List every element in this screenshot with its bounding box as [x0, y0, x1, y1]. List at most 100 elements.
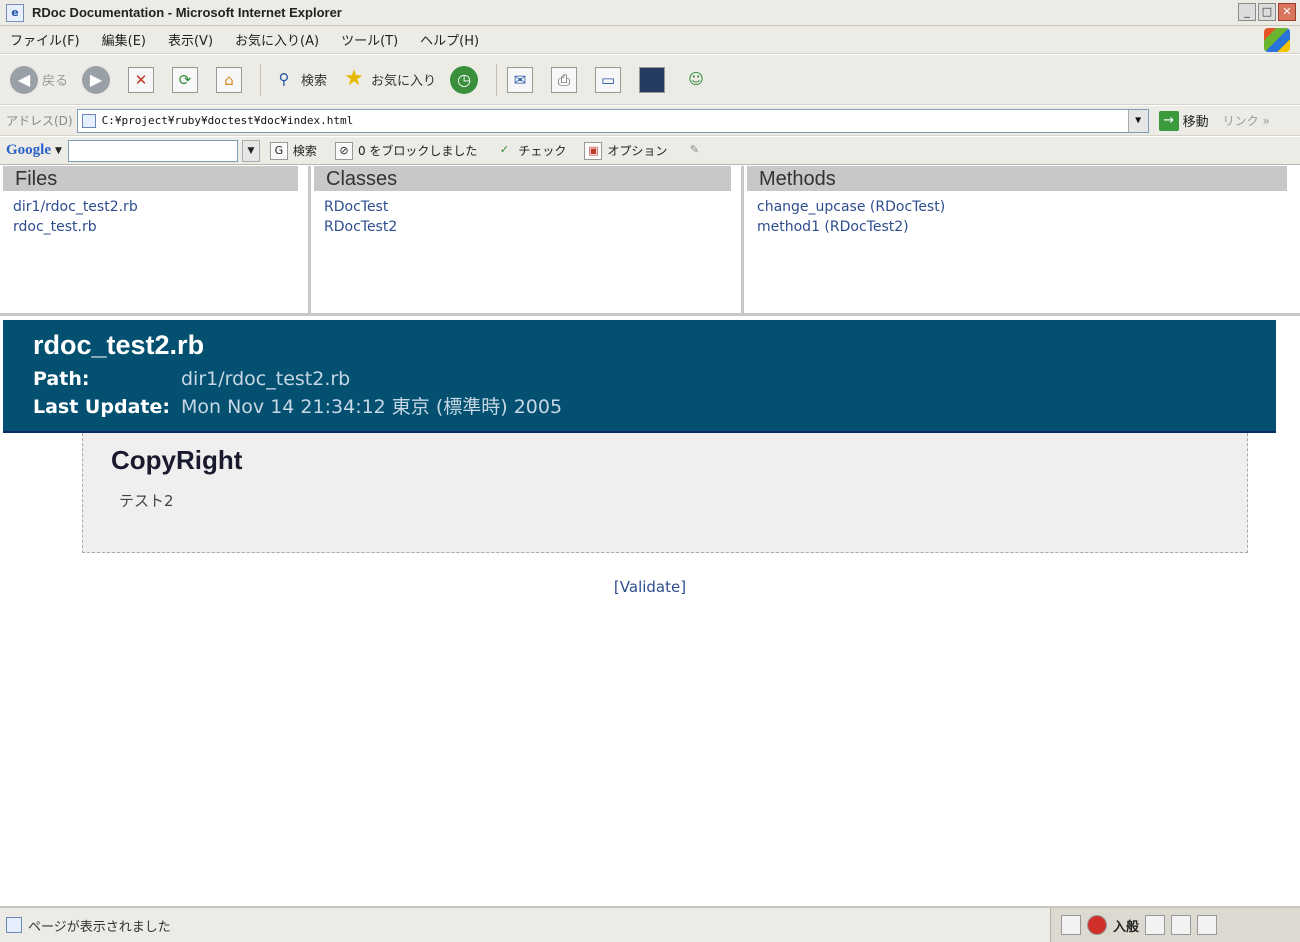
go-label: 移動: [1182, 115, 1209, 130]
status-bar: ページが表示されました 入般: [0, 906, 1300, 942]
class-link[interactable]: RDocTest2: [324, 217, 741, 237]
back-button[interactable]: ◀ 戻る: [10, 65, 68, 94]
keyboard-icon[interactable]: [1061, 915, 1081, 935]
last-update-label: Last Update:: [33, 396, 170, 418]
mail-button[interactable]: ✉: [507, 66, 537, 93]
files-heading: Files: [3, 166, 298, 191]
files-list: dir1/rdoc_test2.rb rdoc_test.rb: [3, 197, 308, 237]
description-box: CopyRight テスト2: [82, 433, 1248, 553]
menu-favorites[interactable]: お気に入り(A): [235, 30, 319, 49]
forward-arrow-icon: ▶: [82, 65, 111, 94]
search-label: 検索: [301, 74, 328, 89]
class-link[interactable]: RDocTest: [324, 197, 741, 217]
method-link[interactable]: change_upcase (RDocTest): [757, 197, 1297, 217]
highlight-button[interactable]: ✎: [685, 142, 708, 160]
window-controls: _ □ ✕: [1238, 3, 1296, 21]
menu-file[interactable]: ファイル(F): [10, 30, 80, 49]
address-bar: アドレス(D) C:¥project¥ruby¥doctest¥doc¥inde…: [0, 106, 1300, 136]
ime-help-icon[interactable]: [1197, 915, 1218, 935]
search-icon: ⚲: [278, 69, 290, 88]
validate-link[interactable]: [Validate]: [0, 578, 1300, 596]
ime-red-icon[interactable]: [1087, 915, 1107, 935]
forward-button[interactable]: ▶: [82, 65, 114, 94]
options-icon: ▣: [584, 141, 603, 160]
path-value: dir1/rdoc_test2.rb: [181, 368, 351, 390]
stop-button[interactable]: ✕: [128, 66, 158, 93]
ime-tool-icon[interactable]: [1145, 915, 1166, 935]
favorites-label: お気に入り: [371, 74, 437, 89]
links-button[interactable]: リンク »: [1223, 112, 1270, 129]
edit-page-icon: ▭: [595, 66, 622, 93]
stop-icon: ✕: [128, 66, 155, 93]
menu-tools[interactable]: ツール(T): [341, 30, 398, 49]
last-update-row: Last Update: Mon Nov 14 21:34:12 東京 (標準時…: [33, 393, 1276, 421]
options-button[interactable]: ▣ オプション: [584, 141, 668, 160]
google-search-dropdown-icon[interactable]: ▼: [241, 139, 260, 162]
google-search-input[interactable]: [67, 139, 238, 162]
spell-check-button[interactable]: ✓ チェック: [495, 142, 567, 160]
options-label: オプション: [607, 144, 668, 158]
close-button[interactable]: ✕: [1278, 3, 1296, 21]
go-button[interactable]: → 移動: [1158, 110, 1209, 131]
google-search-label: 検索: [292, 144, 317, 158]
menu-help[interactable]: ヘルプ(H): [420, 30, 479, 49]
google-menu-icon[interactable]: ▼: [55, 146, 62, 156]
check-icon: ✓: [499, 142, 509, 156]
go-arrow-icon: →: [1158, 110, 1179, 131]
minimize-button[interactable]: _: [1238, 3, 1256, 21]
ime-mode-label[interactable]: 入般: [1113, 916, 1139, 935]
window-title-bar[interactable]: e RDoc Documentation - Microsoft Interne…: [0, 0, 1300, 26]
ime-toolbar: 入般: [1050, 908, 1300, 942]
file-title: rdoc_test2.rb: [33, 330, 205, 360]
window-title: RDoc Documentation - Microsoft Internet …: [32, 5, 342, 20]
status-text: ページが表示されました: [28, 919, 171, 935]
method-link[interactable]: method1 (RDocTest2): [757, 217, 1297, 237]
file-link[interactable]: dir1/rdoc_test2.rb: [13, 197, 308, 217]
favorites-button[interactable]: ★ お気に入り: [341, 66, 437, 93]
ime-pad-icon[interactable]: [1171, 915, 1192, 935]
ie-icon: e: [6, 3, 24, 22]
classes-heading: Classes: [314, 166, 731, 191]
history-button[interactable]: ◷: [450, 65, 482, 94]
print-button[interactable]: ⎙: [551, 66, 581, 93]
standard-toolbar: ◀ 戻る ▶ ✕ ⟳ ⌂ ⚲ 検索 ★ お気に入り ◷ ✉ ⎙ ▭ ☺: [0, 55, 1300, 105]
pencil-icon: ✎: [689, 142, 700, 156]
index-frames: Files dir1/rdoc_test2.rb rdoc_test.rb Cl…: [0, 166, 1300, 316]
windows-logo-icon: [1264, 28, 1290, 52]
edit-button[interactable]: ▭: [595, 66, 625, 93]
popup-block-icon: ⊘: [334, 141, 353, 160]
file-header: rdoc_test2.rb Path: dir1/rdoc_test2.rb L…: [3, 320, 1276, 433]
files-frame: Files dir1/rdoc_test2.rb rdoc_test.rb: [3, 166, 311, 313]
maximize-button[interactable]: □: [1258, 3, 1276, 21]
google-logo[interactable]: Google: [6, 142, 51, 159]
toolbar-separator: [496, 63, 498, 96]
refresh-button[interactable]: ⟳: [172, 66, 202, 93]
page-done-icon: [6, 917, 22, 933]
toolbar-separator: [260, 63, 262, 96]
classes-list: RDocTest RDocTest2: [314, 197, 741, 237]
path-label: Path:: [33, 368, 90, 390]
methods-list: change_upcase (RDocTest) method1 (RDocTe…: [747, 197, 1297, 237]
address-url: C:¥project¥ruby¥doctest¥doc¥index.html: [101, 114, 354, 127]
menu-view[interactable]: 表示(V): [168, 30, 213, 49]
home-button[interactable]: ⌂: [216, 66, 246, 93]
google-toolbar: Google ▼ ▼ G 検索 ⊘ 0 をブロックしました ✓ チェック ▣ オ…: [0, 137, 1300, 165]
address-dropdown-icon[interactable]: ▼: [1127, 109, 1148, 132]
refresh-icon: ⟳: [172, 66, 199, 93]
research-button[interactable]: ☺: [683, 67, 713, 93]
messenger-button[interactable]: [639, 66, 669, 93]
messenger-icon: [639, 66, 666, 93]
last-update-value: Mon Nov 14 21:34:12 東京 (標準時) 2005: [181, 396, 563, 418]
popup-blocked-label: 0 をブロックしました: [357, 144, 478, 158]
printer-icon: ⎙: [551, 66, 578, 93]
popup-blocker-button[interactable]: ⊘ 0 をブロックしました: [334, 141, 478, 160]
file-link[interactable]: rdoc_test.rb: [13, 217, 308, 237]
google-search-button[interactable]: G 検索: [269, 141, 317, 160]
methods-heading: Methods: [747, 166, 1287, 191]
page-icon: [81, 113, 96, 128]
search-button[interactable]: ⚲ 検索: [271, 67, 328, 93]
google-g-icon: G: [269, 141, 288, 160]
address-input[interactable]: C:¥project¥ruby¥doctest¥doc¥index.html ▼: [76, 108, 1149, 133]
methods-frame: Methods change_upcase (RDocTest) method1…: [747, 166, 1297, 313]
menu-edit[interactable]: 編集(E): [102, 30, 146, 49]
